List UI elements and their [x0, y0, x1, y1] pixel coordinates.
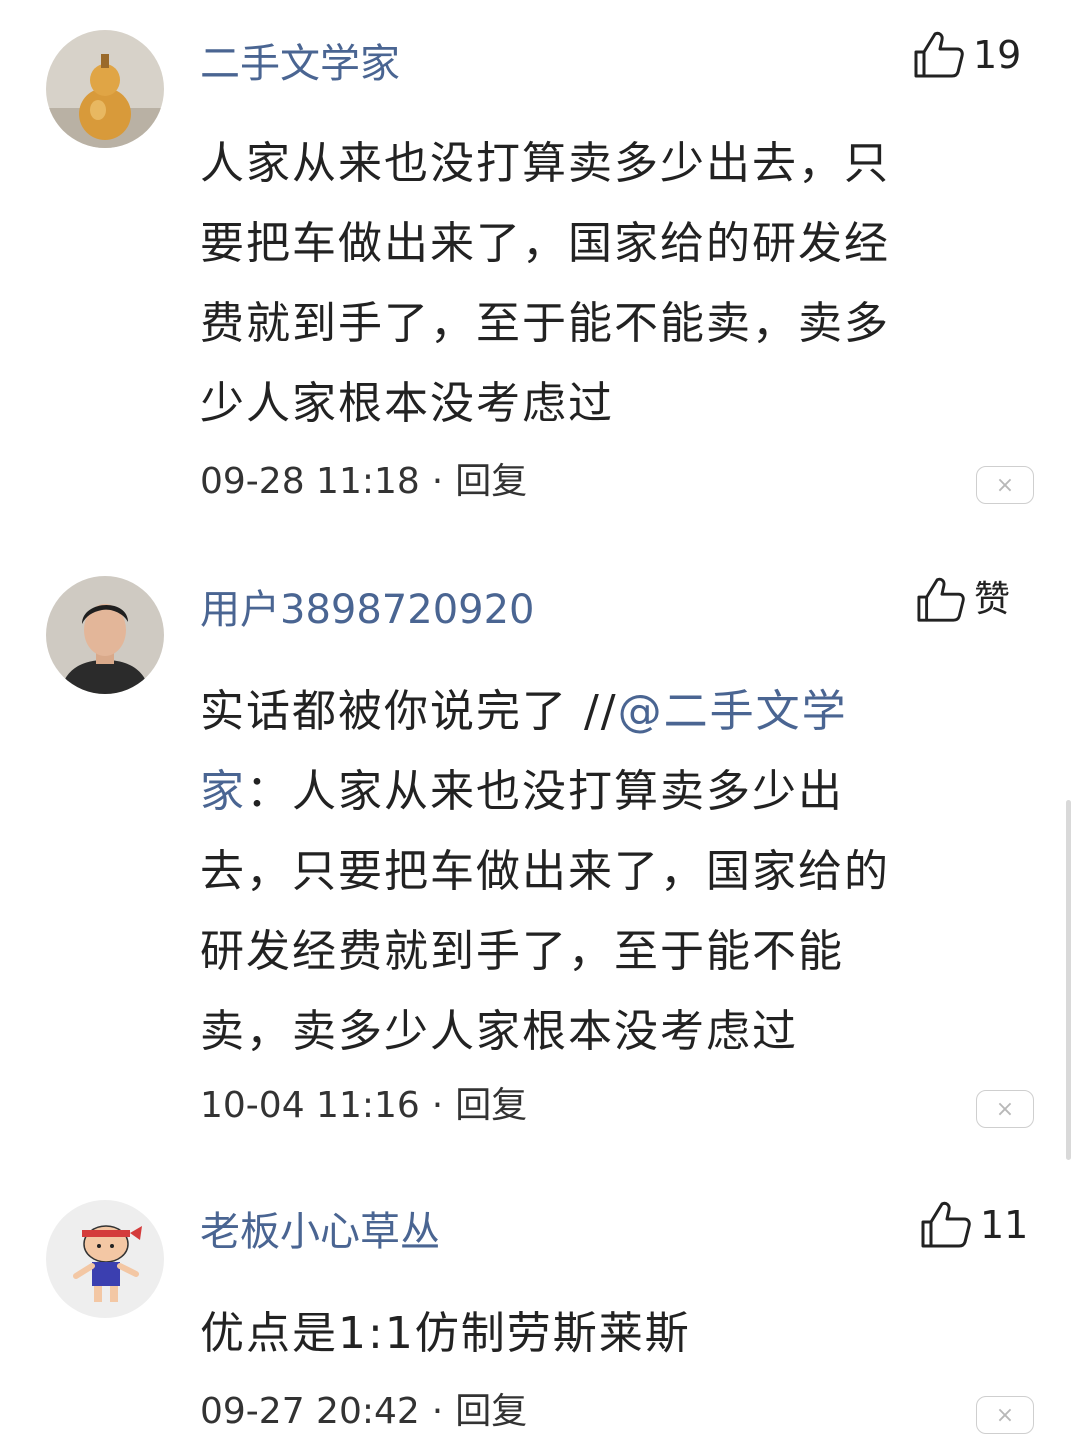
comment-text: 优点是1:1仿制劳斯莱斯 — [200, 1294, 691, 1374]
scrollbar[interactable] — [1066, 800, 1071, 1160]
timestamp: 09-27 20:42 — [200, 1391, 420, 1432]
like-button[interactable]: 11 — [920, 1200, 1028, 1250]
thumbs-up-icon — [921, 1201, 971, 1248]
separator-dot: · — [431, 1391, 444, 1432]
comment-meta: 09-27 20:42 · 回复 — [200, 1388, 527, 1436]
avatar[interactable] — [46, 1200, 164, 1318]
like-count: 11 — [980, 1203, 1029, 1247]
username[interactable]: 老板小心草丛 — [200, 1204, 440, 1260]
cartoon-avatar-image — [46, 1200, 164, 1318]
comment-item: 老板小心草丛 11 优点是1:1仿制劳斯莱斯 09-27 20:42 · 回复 × — [0, 0, 1080, 1454]
comment-line: 优点是1:1仿制劳斯莱斯 — [200, 1308, 691, 1359]
reply-button[interactable]: 回复 — [455, 1391, 527, 1432]
dismiss-button[interactable]: × — [976, 1396, 1034, 1434]
close-icon: × — [995, 1402, 1015, 1428]
